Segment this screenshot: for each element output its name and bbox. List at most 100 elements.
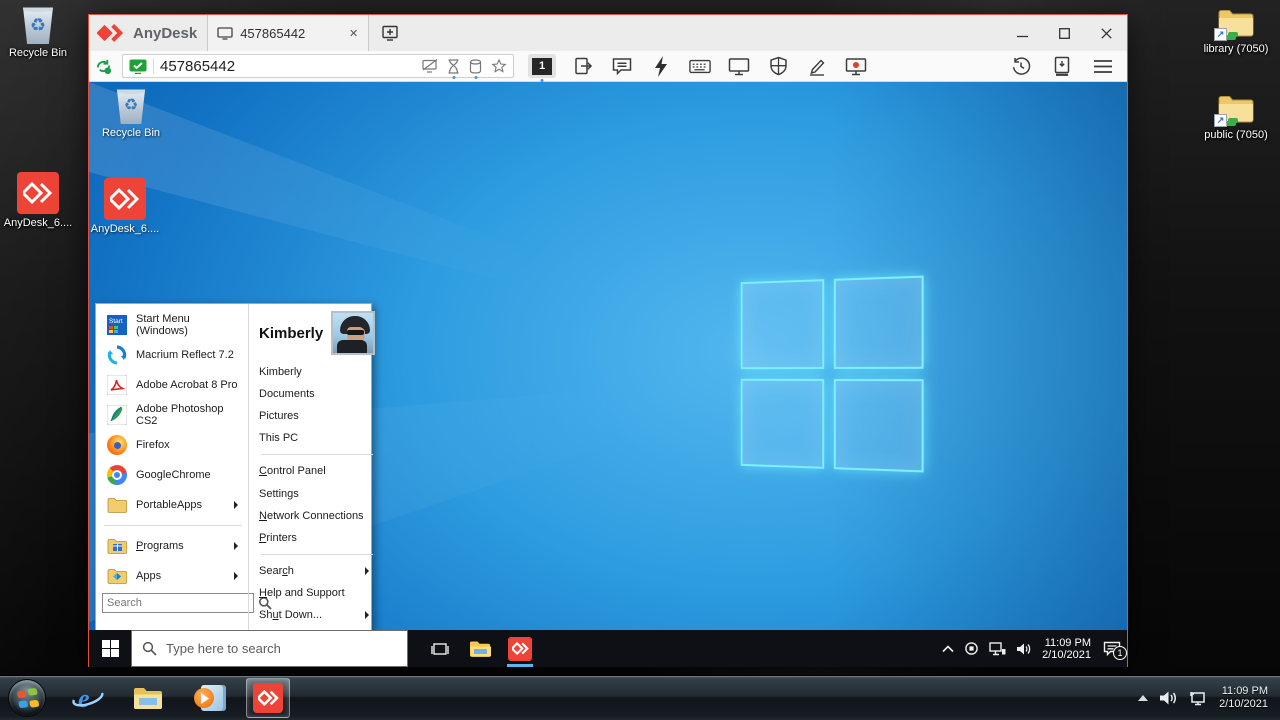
menu-item-label: GoogleChrome bbox=[136, 469, 211, 481]
volume-tray-icon[interactable] bbox=[1159, 690, 1178, 706]
menu-item-label: Adobe Acrobat 8 Pro bbox=[136, 379, 238, 391]
media-player-button[interactable] bbox=[186, 678, 230, 718]
tray-chevron-icon[interactable] bbox=[942, 645, 954, 653]
recycle-bin-icon: ♻ bbox=[115, 88, 147, 124]
tab-close-icon[interactable]: ✕ bbox=[345, 27, 362, 40]
anydesk-taskbar-button[interactable] bbox=[500, 630, 540, 667]
network-plug-icon bbox=[1226, 121, 1236, 126]
menu-item-adobe-acrobat[interactable]: Adobe Acrobat 8 Pro bbox=[102, 370, 244, 400]
hourglass-icon[interactable] bbox=[447, 59, 460, 74]
windows-wallpaper-logo bbox=[741, 276, 924, 473]
menu-item-settings[interactable]: Settings bbox=[259, 482, 375, 504]
connection-ok-icon bbox=[129, 59, 147, 74]
host-start-button[interactable] bbox=[8, 679, 46, 717]
internet-explorer-button[interactable]: e bbox=[66, 678, 110, 718]
menu-item-shut-down[interactable]: Shut Down... bbox=[259, 604, 375, 626]
menu-item-search[interactable]: Search bbox=[259, 560, 375, 582]
maximize-button[interactable] bbox=[1043, 18, 1085, 48]
whiteboard-pen-icon[interactable] bbox=[806, 56, 828, 76]
task-view-button[interactable] bbox=[420, 630, 460, 667]
favorite-star-icon[interactable] bbox=[491, 59, 507, 74]
monitor-number: 1 bbox=[532, 58, 552, 75]
remote-start-button[interactable] bbox=[89, 630, 131, 667]
host-library-shortcut[interactable]: ↗ library (7050) bbox=[1200, 6, 1272, 55]
file-explorer-button[interactable] bbox=[460, 630, 500, 667]
anydesk-host-taskbar-button[interactable] bbox=[246, 678, 290, 718]
menu-item-label: Programs bbox=[136, 540, 184, 552]
icon-label: AnyDesk_6.... bbox=[89, 223, 161, 235]
menu-item-google-chrome[interactable]: GoogleChrome bbox=[102, 460, 244, 490]
date: 2/10/2021 bbox=[1042, 649, 1091, 661]
action-center-button[interactable]: 1 bbox=[1103, 641, 1121, 656]
menu-item-documents[interactable]: Documents bbox=[259, 383, 375, 405]
session-tab[interactable]: 457865442 ✕ bbox=[207, 15, 369, 51]
icon-label: public (7050) bbox=[1200, 129, 1272, 141]
menu-item-user-folder[interactable]: Kimberly bbox=[259, 361, 375, 383]
menu-item-firefox[interactable]: Firefox bbox=[102, 430, 244, 460]
user-header[interactable]: Kimberly bbox=[259, 309, 375, 361]
menu-separator bbox=[261, 554, 373, 555]
remote-clock[interactable]: 11:09 PM 2/10/2021 bbox=[1042, 637, 1091, 661]
firefox-icon bbox=[106, 434, 128, 456]
recycle-bin-icon: ♻ bbox=[21, 6, 55, 44]
remote-recycle-bin[interactable]: ♻ Recycle Bin bbox=[95, 88, 167, 139]
menu-item-control-panel[interactable]: Control Panel bbox=[259, 460, 375, 482]
host-recycle-bin[interactable]: ♻ Recycle Bin bbox=[2, 6, 74, 59]
submenu-arrow-icon bbox=[365, 611, 369, 619]
menu-item-help-support[interactable]: Help and Support bbox=[259, 582, 375, 604]
menu-item-printers[interactable]: Printers bbox=[259, 527, 375, 549]
icon-label: AnyDesk_6.... bbox=[2, 217, 74, 229]
network-tray-icon[interactable] bbox=[989, 642, 1006, 656]
address-field[interactable]: 457865442 bbox=[122, 54, 514, 78]
folder-shortcut-icon: ↗ bbox=[1216, 92, 1256, 126]
menu-item-start-menu-windows[interactable]: Start Start Menu (Windows) bbox=[102, 310, 244, 340]
start-menu-search-input[interactable] bbox=[102, 593, 254, 613]
minimize-button[interactable] bbox=[1001, 18, 1043, 48]
new-session-button[interactable] bbox=[381, 25, 400, 41]
host-anydesk-shortcut[interactable]: AnyDesk_6.... bbox=[2, 172, 74, 229]
remote-system-tray: 11:09 PM 2/10/2021 1 bbox=[942, 630, 1127, 667]
display-icon[interactable] bbox=[728, 57, 750, 76]
main-menu-icon[interactable] bbox=[1093, 59, 1113, 74]
remote-desktop-view[interactable]: ♻ Recycle Bin AnyDesk_6.... Start Start … bbox=[89, 82, 1127, 667]
close-button[interactable] bbox=[1085, 18, 1127, 48]
menu-separator bbox=[104, 525, 242, 526]
anydesk-titlebar[interactable]: AnyDesk 457865442 ✕ bbox=[89, 15, 1127, 51]
show-hidden-icons-button[interactable] bbox=[1138, 695, 1148, 701]
address-book-icon[interactable] bbox=[1053, 56, 1071, 76]
menu-item-this-pc[interactable]: This PC bbox=[259, 427, 375, 449]
date: 2/10/2021 bbox=[1219, 698, 1268, 711]
keyboard-icon[interactable] bbox=[689, 58, 711, 75]
network-tray-icon[interactable] bbox=[1189, 690, 1208, 706]
menu-item-programs[interactable]: Programs bbox=[102, 531, 244, 561]
task-view-icon bbox=[431, 641, 449, 657]
user-avatar bbox=[331, 311, 375, 355]
storage-icon[interactable] bbox=[469, 59, 482, 74]
monitor-off-icon[interactable] bbox=[422, 59, 438, 73]
menu-item-macrium-reflect[interactable]: Macrium Reflect 7.2 bbox=[102, 340, 244, 370]
actions-lightning-icon[interactable] bbox=[650, 56, 672, 77]
menu-item-label: Firefox bbox=[136, 439, 170, 451]
media-player-icon bbox=[193, 684, 223, 712]
remote-anydesk-shortcut[interactable]: AnyDesk_6.... bbox=[89, 178, 161, 235]
menu-item-apps[interactable]: Apps bbox=[102, 561, 244, 591]
anydesk-tray-icon[interactable] bbox=[964, 641, 979, 656]
remote-taskbar-search[interactable]: Type here to search bbox=[131, 630, 408, 667]
menu-item-adobe-photoshop[interactable]: Adobe Photoshop CS2 bbox=[102, 400, 244, 430]
windows-explorer-button[interactable] bbox=[126, 678, 170, 718]
permissions-shield-icon[interactable] bbox=[767, 56, 789, 76]
volume-tray-icon[interactable] bbox=[1016, 642, 1032, 656]
start-menu-search bbox=[102, 593, 244, 613]
host-clock[interactable]: 11:09 PM 2/10/2021 bbox=[1219, 685, 1268, 711]
monitor-select-button[interactable]: 1 bbox=[528, 54, 556, 78]
chat-icon[interactable] bbox=[611, 56, 633, 76]
menu-item-network-connections[interactable]: Network Connections bbox=[259, 505, 375, 527]
history-icon[interactable] bbox=[1011, 56, 1031, 76]
menu-item-portableapps[interactable]: PortableApps bbox=[102, 490, 244, 520]
host-public-shortcut[interactable]: ↗ public (7050) bbox=[1200, 92, 1272, 141]
session-mini-icons bbox=[422, 59, 507, 74]
menu-item-pictures[interactable]: Pictures bbox=[259, 405, 375, 427]
screen-record-icon[interactable] bbox=[845, 57, 867, 76]
anydesk-icon bbox=[17, 172, 59, 214]
file-transfer-icon[interactable] bbox=[572, 56, 594, 76]
